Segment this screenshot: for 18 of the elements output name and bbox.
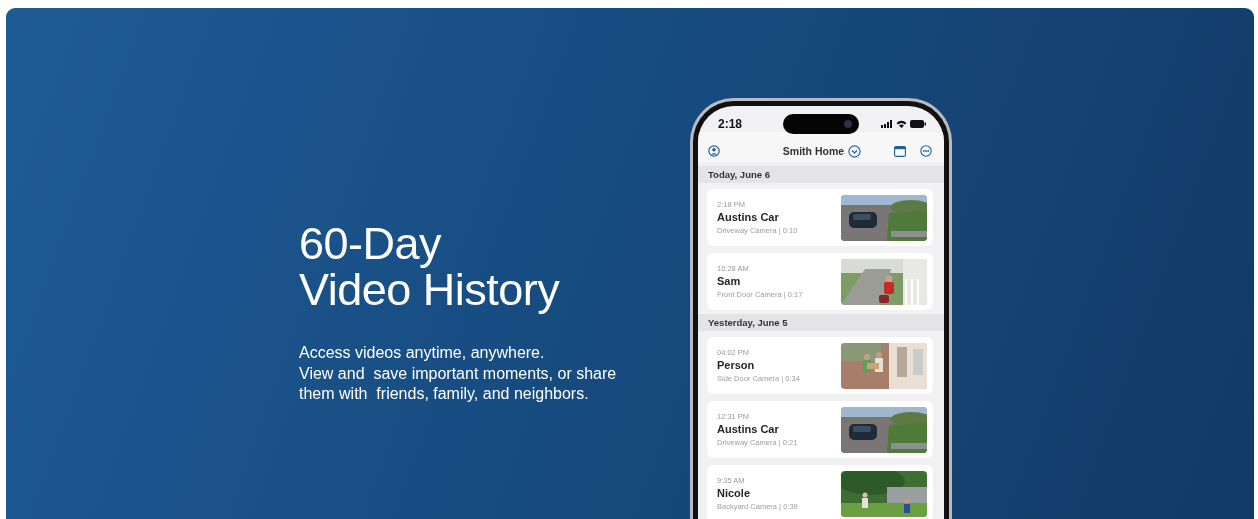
event-name: Person [717,359,756,371]
event-name: Nicole [717,487,751,499]
event-name: Sam [717,275,742,287]
signal-icon [881,120,893,128]
calendar-icon[interactable] [894,145,906,157]
more-icon[interactable] [920,145,932,157]
date-header: Yesterday, June 5 [698,314,944,331]
date-header: Today, June 6 [698,166,944,183]
chevron-down-icon[interactable] [848,144,862,158]
hero-title: 60-Day Video History [299,221,561,313]
profile-icon[interactable] [708,145,720,157]
event-name: Austins Car [717,423,780,435]
home-name[interactable]: Smith Home [782,145,845,157]
wifi-icon [896,120,907,128]
event-name: Austins Car [717,211,780,223]
battery-icon [910,120,926,128]
status-time: 2:18 [718,117,743,131]
hero-description: Access videos anytime, anywhere. View and save important moments, or share them with friends, family, and neighbors. [299,343,618,404]
